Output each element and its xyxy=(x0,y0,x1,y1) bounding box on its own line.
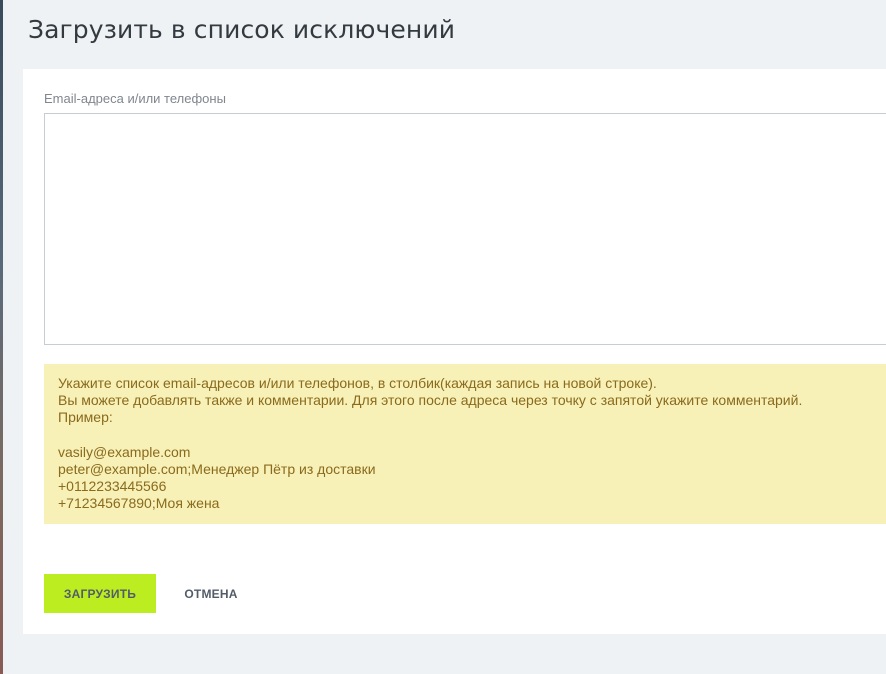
window-edge-strip xyxy=(0,0,3,674)
field-label: Email-адреса и/или телефоны xyxy=(44,91,226,106)
hint-line: Пример: xyxy=(58,409,113,426)
hint-box: Укажите список email-адресов и/или телеф… xyxy=(44,364,886,524)
hint-line: Укажите список email-адресов и/или телеф… xyxy=(58,375,657,391)
hint-example-line: +71234567890;Моя жена xyxy=(58,495,220,512)
hint-line xyxy=(58,427,880,444)
page-title: Загрузить в список исключений xyxy=(28,15,456,44)
form-card: Email-адреса и/или телефоны Укажите спис… xyxy=(23,69,886,634)
cancel-button[interactable]: ОТМЕНА xyxy=(171,574,251,613)
upload-button[interactable]: ЗАГРУЗИТЬ xyxy=(44,574,156,613)
hint-example-line: vasily@example.com xyxy=(58,443,191,460)
hint-example-line: peter@example.com;Менеджер Пётр из доста… xyxy=(58,461,376,477)
emails-phones-textarea[interactable] xyxy=(44,113,886,345)
hint-line: Вы можете добавлять также и комментарии.… xyxy=(58,392,803,409)
hint-example-line: +0112233445566 xyxy=(58,478,167,495)
